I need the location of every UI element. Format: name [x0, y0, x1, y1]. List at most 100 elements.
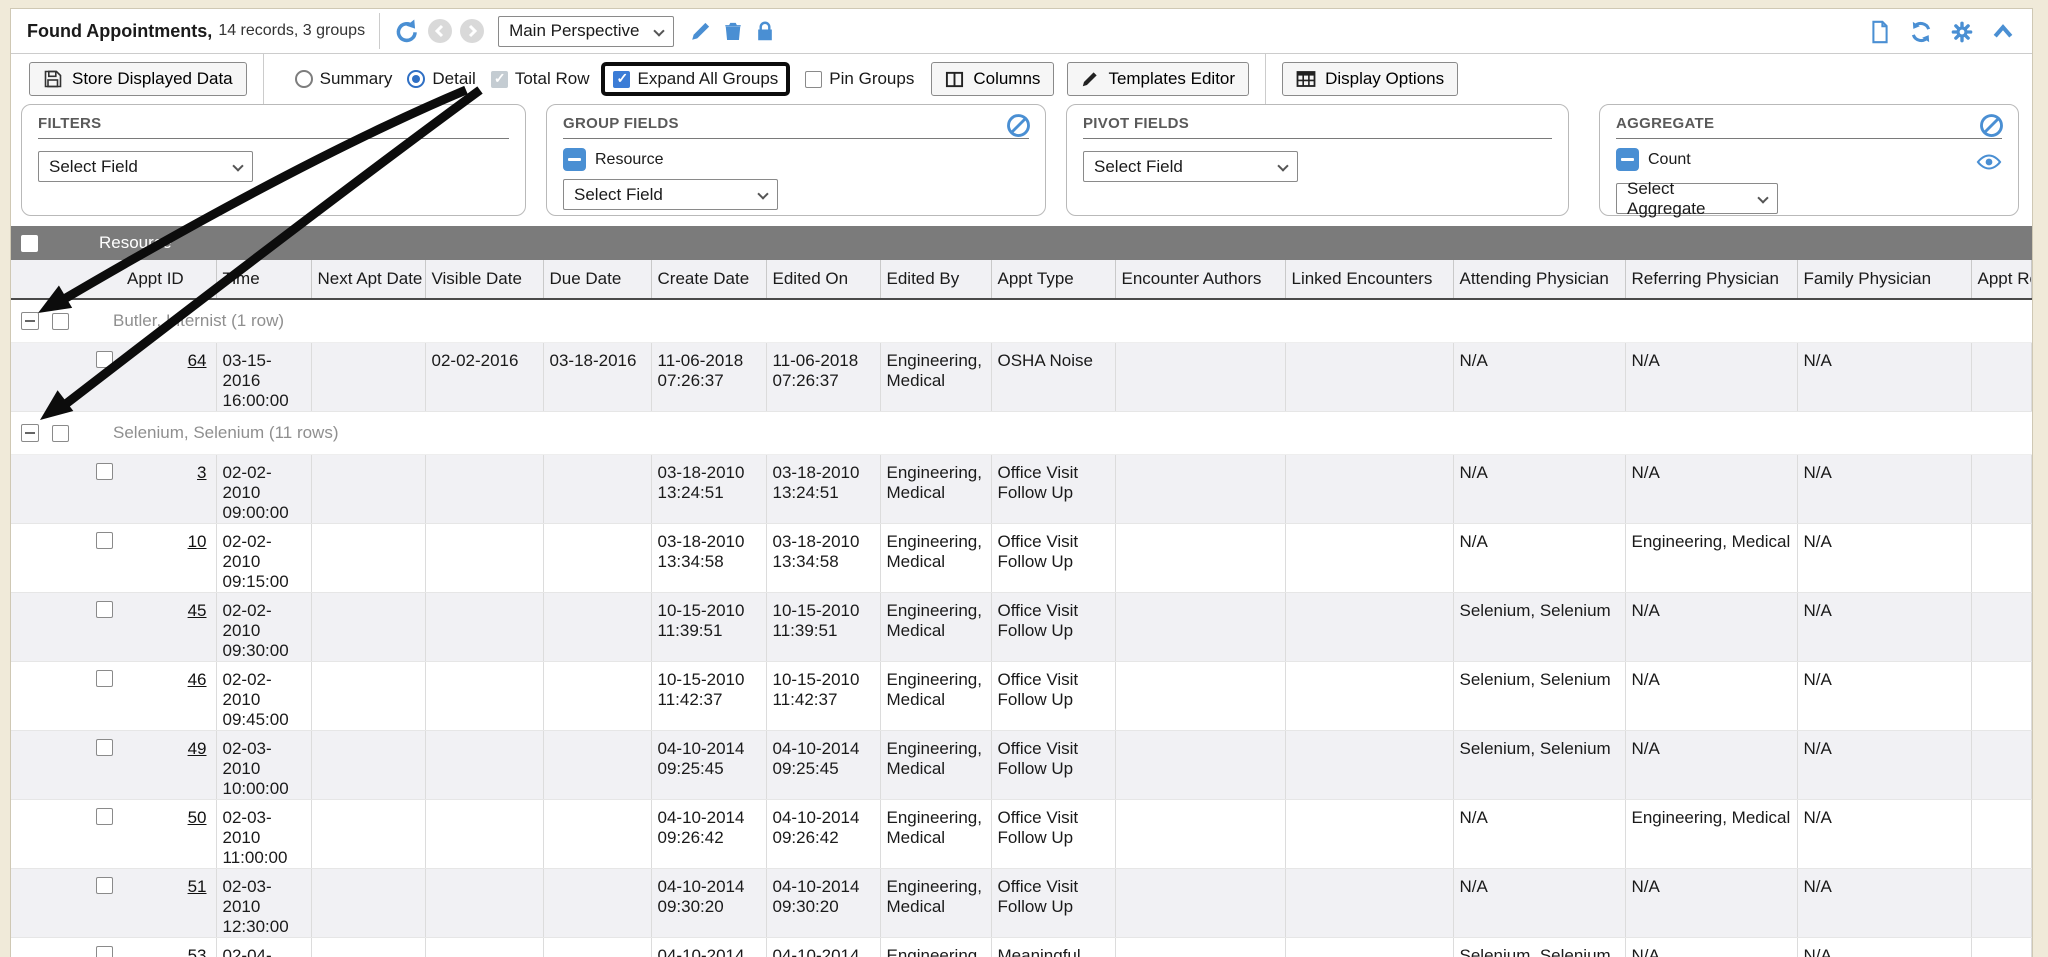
row-select-checkbox[interactable]: [96, 351, 113, 368]
aggregate-select[interactable]: Select Aggregate: [1616, 183, 1778, 214]
cell-linked_encounters: [1285, 524, 1453, 593]
pivot-field-select[interactable]: Select Field: [1083, 151, 1298, 182]
edit-pencil-icon[interactable]: [688, 18, 714, 44]
col-header-appt_reason[interactable]: Appt Re: [1971, 260, 2032, 299]
cell-edited_on: 04-10-2014 09:26:42: [766, 800, 880, 869]
select-all-checkbox[interactable]: [21, 235, 38, 252]
columns-button[interactable]: Columns: [931, 62, 1054, 96]
collapse-chevron-up-icon[interactable]: [1990, 19, 2016, 45]
col-header-time[interactable]: Time: [216, 260, 311, 299]
checkbox-unchecked-icon: [805, 71, 822, 88]
cell-create_date: 03-18-2010 13:24:51: [651, 455, 766, 524]
group-select-checkbox[interactable]: [52, 313, 69, 330]
total-row-checkbox[interactable]: Total Row: [491, 69, 590, 89]
pin-groups-checkbox[interactable]: Pin Groups: [805, 69, 914, 89]
table-row: 5102-03-2010 12:30:0004-10-2014 09:30:20…: [11, 869, 2032, 938]
nav-back-icon[interactable]: [428, 19, 452, 43]
group-row: Butler, Internist (1 row): [11, 299, 2032, 343]
nav-forward-icon[interactable]: [460, 19, 484, 43]
page-title: Found Appointments,: [27, 21, 212, 42]
cell-edited_on: 03-18-2010 13:24:51: [766, 455, 880, 524]
col-header-appt_type[interactable]: Appt Type: [991, 260, 1115, 299]
col-header-attending_physician[interactable]: Attending Physician: [1453, 260, 1625, 299]
new-document-icon[interactable]: [1867, 19, 1893, 45]
col-header-linked_encounters[interactable]: Linked Encounters: [1285, 260, 1453, 299]
lock-icon[interactable]: [752, 18, 778, 44]
appt-id-link[interactable]: 64: [188, 351, 207, 370]
cell-appt_reason: [1971, 343, 2032, 412]
appt-id-link[interactable]: 45: [188, 601, 207, 620]
col-header-appt_id[interactable]: Appt ID: [121, 260, 216, 299]
row-select-checkbox[interactable]: [96, 877, 113, 894]
divider: [263, 54, 264, 104]
store-displayed-data-button[interactable]: Store Displayed Data: [29, 62, 247, 96]
cell-time: 02-04-2010 11:30:00: [216, 938, 311, 957]
group-label: Selenium, Selenium (11 rows): [113, 423, 339, 443]
record-count: 14 records, 3 groups: [218, 22, 365, 40]
cell-visible_date: [425, 524, 543, 593]
expand-all-groups-checkbox[interactable]: Expand All Groups: [613, 69, 778, 89]
appt-id-link[interactable]: 46: [188, 670, 207, 689]
summary-radio[interactable]: Summary: [295, 69, 393, 89]
group-field-select[interactable]: Select Field: [563, 179, 778, 210]
row-select-checkbox[interactable]: [96, 601, 113, 618]
appt-id-link[interactable]: 53: [188, 946, 207, 957]
appt-id-link[interactable]: 3: [197, 463, 206, 482]
col-header-create_date[interactable]: Create Date: [651, 260, 766, 299]
remove-field-minus-icon[interactable]: [1616, 148, 1639, 171]
appt-id-link[interactable]: 51: [188, 877, 207, 896]
remove-field-minus-icon[interactable]: [563, 148, 586, 171]
col-header-edited_by[interactable]: Edited By: [880, 260, 991, 299]
row-select-checkbox[interactable]: [96, 670, 113, 687]
filters-panel: FILTERS Select Field: [21, 104, 526, 216]
divider: [1265, 54, 1266, 104]
col-header-edited_on[interactable]: Edited On: [766, 260, 880, 299]
col-header-encounter_authors[interactable]: Encounter Authors: [1115, 260, 1285, 299]
cell-appt_reason: [1971, 869, 2032, 938]
cell-due_date: [543, 731, 651, 800]
table-row: 4502-02-2010 09:30:0010-15-2010 11:39:51…: [11, 593, 2032, 662]
cell-edited_on: 04-10-2014 09:37:10: [766, 938, 880, 957]
cell-appt_type: Office Visit Follow Up: [991, 800, 1115, 869]
templates-editor-button[interactable]: Templates Editor: [1067, 62, 1249, 96]
checkbox-checked-icon: [613, 71, 630, 88]
row-select-checkbox[interactable]: [96, 739, 113, 756]
cell-visible_date: [425, 938, 543, 957]
group-collapse-toggle[interactable]: [21, 312, 39, 330]
refresh-icon[interactable]: [1908, 19, 1934, 45]
col-header-family_physician[interactable]: Family Physician: [1797, 260, 1971, 299]
row-select-checkbox[interactable]: [96, 946, 113, 957]
row-select-checkbox[interactable]: [96, 808, 113, 825]
group-select-checkbox[interactable]: [52, 425, 69, 442]
perspective-select[interactable]: Main Perspective: [498, 16, 674, 47]
undo-icon[interactable]: [394, 18, 420, 44]
cell-visible_date: 02-02-2016: [425, 343, 543, 412]
clear-slash-icon[interactable]: [1979, 113, 2004, 138]
col-header-due_date[interactable]: Due Date: [543, 260, 651, 299]
display-options-button[interactable]: Display Options: [1282, 62, 1458, 96]
cell-visible_date: [425, 731, 543, 800]
cell-appt_type: Meaningful Use Follow up: [991, 938, 1115, 957]
delete-trash-icon[interactable]: [720, 18, 746, 44]
cell-appt_type: Office Visit Follow Up: [991, 524, 1115, 593]
display-grid-icon: [1296, 69, 1316, 89]
detail-radio[interactable]: Detail: [407, 69, 475, 89]
group-collapse-toggle[interactable]: [21, 424, 39, 442]
filters-field-select[interactable]: Select Field: [38, 151, 253, 182]
appt-id-link[interactable]: 49: [188, 739, 207, 758]
cell-appt_id: 49: [121, 731, 216, 800]
col-header-visible_date[interactable]: Visible Date: [425, 260, 543, 299]
cell-appt_reason: [1971, 800, 2032, 869]
appt-id-link[interactable]: 10: [188, 532, 207, 551]
settings-gear-icon[interactable]: [1949, 19, 1975, 45]
col-header-next_apt_date[interactable]: Next Apt Date: [311, 260, 425, 299]
col-header-referring_physician[interactable]: Referring Physician: [1625, 260, 1797, 299]
table-row: 4602-02-2010 09:45:0010-15-2010 11:42:37…: [11, 662, 2032, 731]
visibility-eye-icon[interactable]: [1976, 151, 2002, 173]
clear-slash-icon[interactable]: [1006, 113, 1031, 138]
appt-id-link[interactable]: 50: [188, 808, 207, 827]
column-header-row: Appt IDTimeNext Apt DateVisible DateDue …: [11, 260, 2032, 299]
cell-edited_by: Engineering, Medical: [880, 731, 991, 800]
row-select-checkbox[interactable]: [96, 532, 113, 549]
row-select-checkbox[interactable]: [96, 463, 113, 480]
